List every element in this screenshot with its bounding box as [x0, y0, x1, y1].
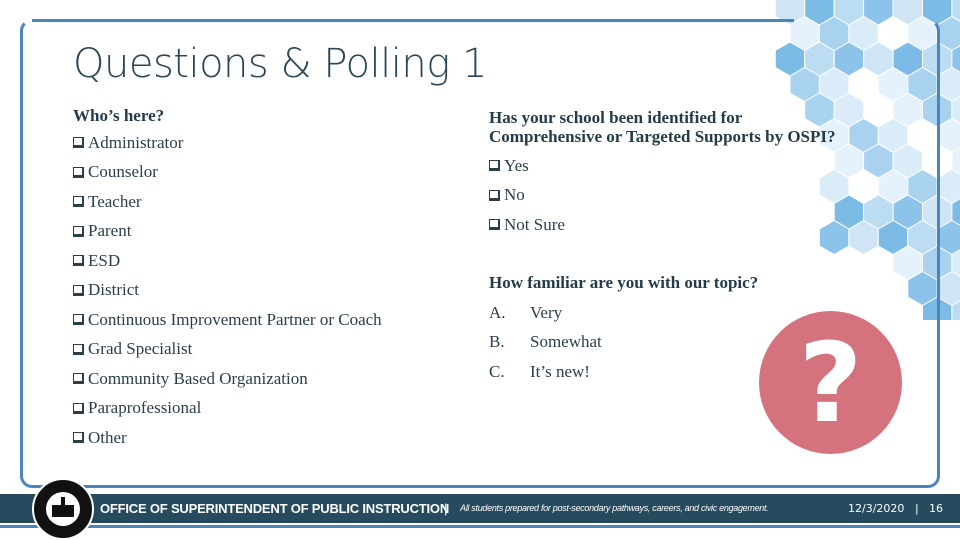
checkbox-icon[interactable]: [73, 225, 84, 237]
option-list: Yes No Not Sure: [489, 151, 836, 240]
option-label: Paraprofessional: [88, 398, 202, 418]
footer-date: 12/3/2020: [848, 502, 905, 515]
option-label: Somewhat: [530, 332, 602, 352]
checkbox-icon[interactable]: [73, 196, 84, 208]
option-label: It’s new!: [530, 361, 590, 381]
checkbox-icon[interactable]: [73, 343, 84, 355]
footer-separator: |: [444, 501, 448, 516]
footer-tagline: All students prepared for post-secondary…: [460, 503, 769, 513]
option-label: Counselor: [88, 162, 158, 182]
footer-divider: [0, 492, 960, 493]
checkbox-option[interactable]: Continuous Improvement Partner or Coach: [73, 305, 382, 335]
checkbox-option[interactable]: Counselor: [73, 158, 382, 188]
poll-heading: How familiar are you with our topic?: [489, 273, 759, 292]
option-label: No: [504, 185, 525, 205]
option-list: A. Very B. Somewhat C. It’s new!: [489, 298, 758, 387]
option-label: Grad Specialist: [88, 339, 193, 359]
option-label: Other: [88, 427, 127, 447]
option-label: Not Sure: [504, 214, 565, 234]
checkbox-option[interactable]: Grad Specialist: [73, 335, 382, 365]
checkbox-option[interactable]: Not Sure: [489, 210, 836, 240]
page-number: 16: [929, 502, 943, 515]
checkbox-option[interactable]: ESD: [73, 246, 382, 276]
option-label: ESD: [88, 250, 121, 270]
footer-org-name: OFFICE OF SUPERINTENDENT OF PUBLIC INSTR…: [100, 501, 450, 516]
option-list: Administrator Counselor Teacher Parent ESD Di…: [73, 128, 382, 453]
question-mark-icon: ?: [798, 318, 863, 447]
option-letter: B.: [489, 332, 505, 352]
checkbox-option[interactable]: Teacher: [73, 187, 382, 217]
poll-heading: Who’s here?: [73, 106, 165, 125]
option-label: Continuous Improvement Partner or Coach: [88, 309, 382, 329]
checkbox-option[interactable]: Administrator: [73, 128, 382, 158]
option-label: Administrator: [88, 132, 184, 152]
checkbox-icon[interactable]: [489, 219, 500, 231]
checkbox-icon[interactable]: [73, 373, 84, 385]
poll-heading: Has your school been identified for Comp…: [489, 108, 836, 146]
state-seal-icon: [32, 478, 94, 540]
poll-heading-line2: Comprehensive or Targeted Supports by OS…: [489, 127, 836, 146]
option-label: Parent: [88, 221, 132, 241]
checkbox-option[interactable]: Parent: [73, 217, 382, 247]
checkbox-option[interactable]: District: [73, 276, 382, 306]
option-label: Very: [530, 302, 563, 322]
option-letter: A.: [489, 302, 506, 322]
checkbox-option[interactable]: Community Based Organization: [73, 364, 382, 394]
checkbox-option[interactable]: Paraprofessional: [73, 394, 382, 424]
checkbox-icon[interactable]: [73, 314, 84, 326]
checkbox-icon[interactable]: [489, 189, 500, 201]
checkbox-icon[interactable]: [73, 137, 84, 149]
checkbox-option[interactable]: Yes: [489, 151, 836, 181]
slide-title: Questions & Polling 1: [73, 41, 487, 87]
checkbox-option[interactable]: Other: [73, 423, 382, 453]
option-label: Yes: [504, 155, 529, 175]
option-label: Community Based Organization: [88, 368, 308, 388]
checkbox-option[interactable]: No: [489, 181, 836, 211]
option-label: District: [88, 280, 139, 300]
seal-center: [46, 492, 80, 526]
checkbox-icon[interactable]: [73, 402, 84, 414]
checkbox-icon[interactable]: [489, 160, 500, 172]
lettered-option[interactable]: A. Very: [489, 298, 758, 328]
option-label: Teacher: [88, 191, 142, 211]
poll-heading-line1: Has your school been identified for: [489, 108, 743, 127]
poll-familiarity: How familiar are you with our topic? A. V…: [489, 273, 758, 387]
checkbox-icon[interactable]: [73, 166, 84, 178]
poll-identified: Has your school been identified for Comp…: [489, 108, 836, 240]
checkbox-icon[interactable]: [73, 432, 84, 444]
footer-separator: |: [915, 502, 919, 515]
lettered-option[interactable]: C. It’s new!: [489, 357, 758, 387]
checkbox-icon[interactable]: [73, 284, 84, 296]
footer-accent-line: [0, 525, 960, 528]
checkbox-icon[interactable]: [73, 255, 84, 267]
frame-top-border: [32, 19, 794, 22]
lettered-option[interactable]: B. Somewhat: [489, 328, 758, 358]
option-letter: C.: [489, 361, 505, 381]
seal-building: [52, 505, 74, 517]
poll-whos-here: Who’s here? Administrator Counselor Teache…: [73, 106, 382, 453]
